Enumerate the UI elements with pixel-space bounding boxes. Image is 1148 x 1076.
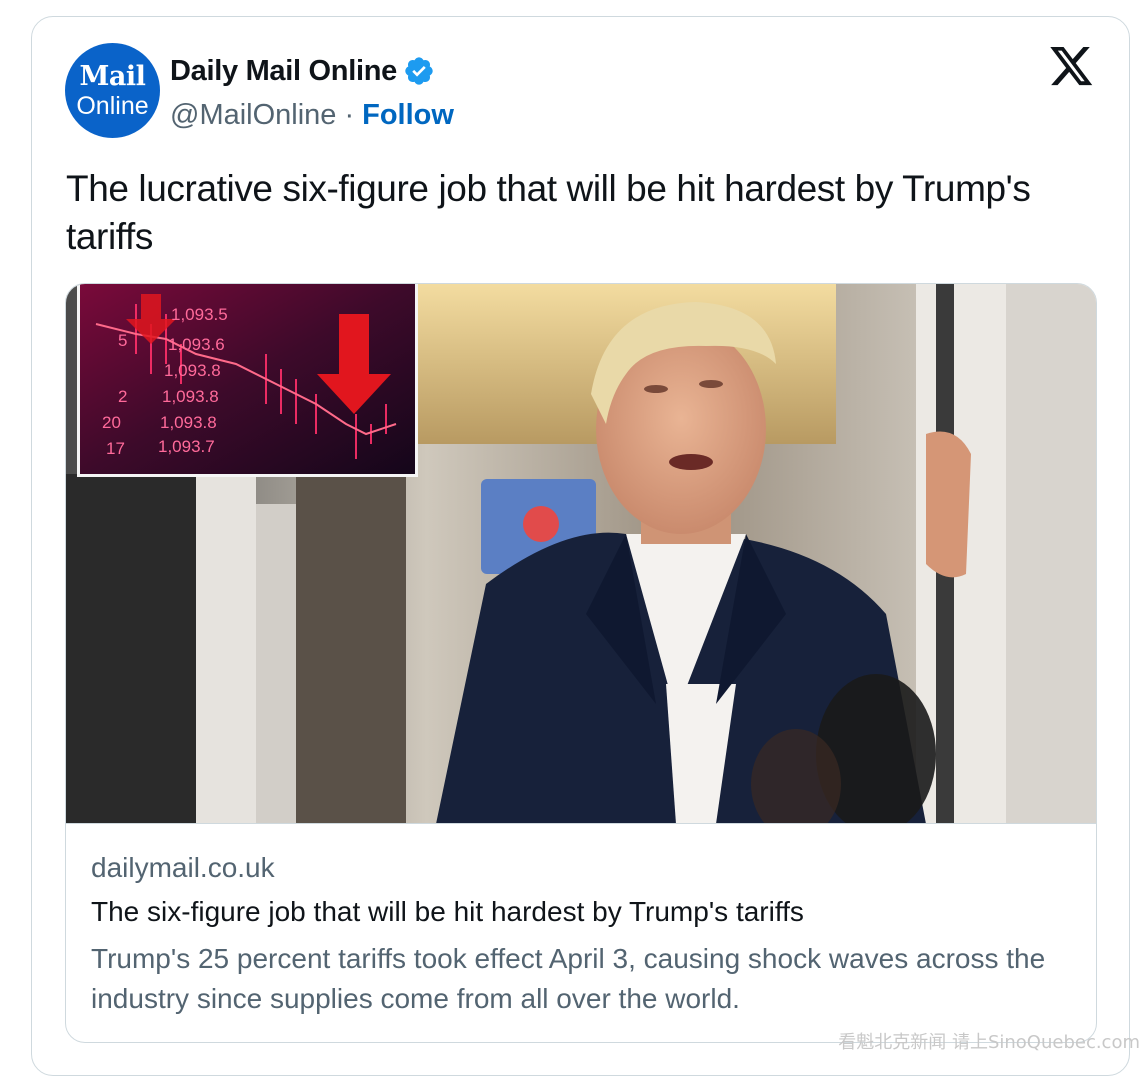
author-name[interactable]: Daily Mail Online — [170, 55, 397, 88]
article-image[interactable]: 1,093.5 1,093.6 1,093.8 1,093.8 1,093.8 … — [66, 284, 1096, 824]
inset-side-number: 2 — [118, 387, 127, 406]
inset-ticker-number: 1,093.8 — [164, 361, 221, 380]
card-description: Trump's 25 percent tariffs took effect A… — [91, 939, 1081, 1019]
author-handle-row: @MailOnline · Follow — [170, 97, 454, 133]
verified-badge-icon — [403, 55, 435, 87]
inset-side-number: 5 — [118, 331, 127, 350]
tweet-embed-card: Mail Online Daily Mail Online @MailOnlin… — [31, 16, 1130, 1076]
handle-separator: · — [344, 99, 354, 132]
inset-ticker-number: 1,093.8 — [162, 387, 219, 406]
inset-ticker-number: 1,093.6 — [168, 335, 225, 354]
watermark: 看魁北克新闻 请上SinoQuebec.com — [838, 1028, 1140, 1054]
inset-ticker-number: 1,093.8 — [160, 413, 217, 432]
x-logo-icon[interactable] — [1050, 47, 1094, 87]
avatar-mail-text: Mail — [65, 63, 160, 91]
avatar-online-text: Online — [65, 93, 160, 119]
author-avatar[interactable]: Mail Online — [65, 43, 160, 138]
link-preview-card[interactable]: 1,093.5 1,093.6 1,093.8 1,093.8 1,093.8 … — [65, 283, 1097, 1043]
inset-ticker-number: 1,093.7 — [158, 437, 215, 456]
inset-ticker-number: 1,093.5 — [171, 305, 228, 324]
follow-button[interactable]: Follow — [362, 99, 454, 132]
tweet-text: The lucrative six-figure job that will b… — [66, 165, 1066, 261]
author-handle[interactable]: @MailOnline — [170, 99, 336, 132]
card-domain: dailymail.co.uk — [91, 852, 275, 884]
inset-side-number: 20 — [102, 413, 121, 432]
author-name-row: Daily Mail Online — [170, 53, 435, 89]
inset-side-number: 17 — [106, 439, 125, 458]
card-title: The six-figure job that will be hit hard… — [91, 896, 804, 928]
